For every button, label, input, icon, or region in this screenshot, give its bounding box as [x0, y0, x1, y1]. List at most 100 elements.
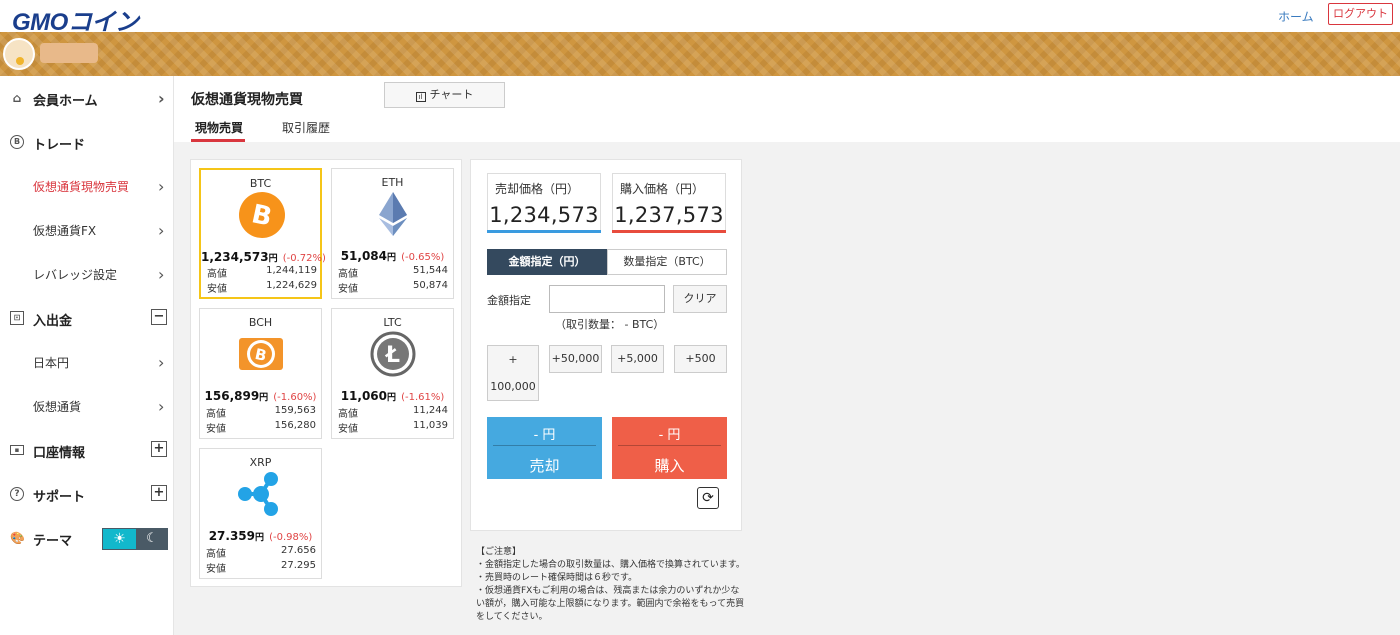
coin-price-row: 11,060円 (-1.61%)	[332, 385, 453, 404]
sell-price-box: 売却価格（円） 1,234,573	[487, 173, 601, 233]
coin-card-ltc[interactable]: LTC Ł 11,060円 (-1.61%) 高値 11,244 安値 11,039	[331, 308, 454, 439]
coin-change: (-0.98%)	[269, 532, 313, 543]
amount-input[interactable]	[549, 285, 665, 313]
mode-amount-button[interactable]: 金額指定（円）	[487, 249, 607, 275]
notice-line: ・仮想通貨FXもご利用の場合は、残高または余力のいずれか少ない額が，購入可能な上…	[476, 586, 745, 622]
coin-selector-panel: BTC B 1,234,573円 (-0.72%) 高値 1,244,119 安値…	[190, 159, 462, 587]
refresh-icon[interactable]: ⟳	[697, 487, 719, 509]
moon-icon[interactable]: ☾	[136, 529, 168, 549]
bitcoin-circle-icon: B	[10, 135, 24, 149]
chevron-right-icon: ›	[158, 265, 165, 284]
add-500-button[interactable]: +500	[674, 345, 727, 373]
coin-card-btc[interactable]: BTC B 1,234,573円 (-0.72%) 高値 1,244,119 安値…	[199, 168, 326, 299]
buy-price-label: 購入価格（円）	[620, 182, 705, 196]
sidebar-item-spot-trade[interactable]: 仮想通貨現物売買 ›	[0, 164, 174, 208]
bar-chart-icon: ıl	[415, 92, 426, 102]
expand-icon[interactable]: +	[151, 441, 167, 457]
coin-high: 高値 1,244,119	[207, 265, 317, 280]
coin-symbol: LTC	[383, 316, 402, 329]
sell-label: 売却	[529, 457, 560, 475]
add-50000-button[interactable]: +50,000	[549, 345, 602, 373]
coin-low: 安値 27.295	[206, 560, 316, 575]
sidebar-item-crypto-fx[interactable]: 仮想通貨FX ›	[0, 208, 174, 252]
sidebar-item-deposit-withdraw[interactable]: ⊡ 入出金 −	[0, 296, 174, 340]
sidebar-item-member-home[interactable]: ⌂ 会員ホーム ›	[0, 76, 174, 120]
sidebar-item-support[interactable]: ? サポート +	[0, 472, 174, 516]
sidebar-item-leverage-settings[interactable]: レバレッジ設定 ›	[0, 252, 174, 296]
coin-card-eth[interactable]: ETH 51,084円 (-0.65%) 高値 51,544 安値 50,874	[331, 168, 454, 299]
high-label: 高値	[206, 549, 226, 560]
low-label: 安値	[206, 424, 226, 435]
coin-symbol: BCH	[248, 316, 273, 329]
sidebar-item-account-info[interactable]: ▪ 口座情報 +	[0, 428, 174, 472]
notice-line: ・金額指定した場合の取引数量は、購入価格で換算されています。	[476, 560, 745, 570]
high-value: 27.656	[281, 545, 316, 556]
sell-price-value: 1,234,573	[489, 203, 599, 227]
id-card-icon: ▪	[10, 445, 24, 455]
coin-price-row: 51,084円 (-0.65%)	[332, 245, 453, 264]
coin-low: 安値 1,224,629	[207, 280, 317, 295]
notice-heading: 【ご注意】	[476, 547, 522, 557]
coin-change: (-0.72%)	[282, 253, 326, 264]
coin-unit: 円	[255, 533, 265, 543]
sidebar-item-theme: 🎨 テーマ ☀ ☾	[0, 516, 174, 560]
page-title: 仮想通貨現物売買	[191, 92, 303, 108]
clear-button[interactable]: クリア	[673, 285, 727, 313]
coin-card-xrp[interactable]: XRP 27.359円 (-0.98%) 高値 27.656 安値 27.295	[199, 448, 322, 579]
coin-price-row: 27.359円 (-0.98%)	[200, 525, 321, 544]
question-circle-icon: ?	[10, 487, 24, 501]
sell-button[interactable]: - 円 売却	[487, 417, 602, 479]
add-100000-button[interactable]: + 100,000	[487, 345, 539, 401]
sidebar-item-label: 口座情報	[33, 446, 86, 461]
sidebar-item-label: 仮想通貨現物売買	[33, 180, 130, 194]
coin-card-bch[interactable]: BCH B 156,899円 (-1.60%) 高値 159,563 安値 156,…	[199, 308, 322, 439]
low-value: 156,280	[274, 420, 316, 431]
sidebar-item-jpy[interactable]: 日本円 ›	[0, 340, 174, 384]
quantity-note: （取引数量： - BTC）	[555, 318, 665, 331]
coin-unit: 円	[387, 253, 397, 263]
sidebar-item-label: トレード	[33, 138, 86, 153]
low-value: 27.295	[281, 560, 316, 571]
chevron-right-icon: ›	[158, 89, 165, 108]
sidebar-item-label: サポート	[33, 490, 86, 505]
divider	[618, 445, 721, 446]
collapse-icon[interactable]: −	[151, 309, 167, 325]
top-bar: GMOコイン ホーム ログアウト	[0, 0, 1400, 36]
ripple-logo-icon	[238, 472, 278, 516]
low-value: 1,224,629	[266, 280, 317, 291]
tab-trade-history[interactable]: 取引履歴	[282, 119, 330, 136]
main-header: 仮想通貨現物売買 ıl チャート 現物売買 取引履歴	[174, 76, 1400, 142]
notice-line: ・売買時のレート確保時間は６秒です。	[476, 573, 638, 583]
amount-label: 金額指定	[487, 294, 531, 307]
sidebar-item-label: レバレッジ設定	[33, 268, 118, 282]
theme-toggle[interactable]: ☀ ☾	[102, 528, 168, 550]
chart-button[interactable]: ıl チャート	[384, 82, 505, 108]
ethereum-logo-icon	[379, 192, 407, 236]
home-link[interactable]: ホーム	[1278, 8, 1314, 25]
bitcoin-cash-logo-icon: B	[239, 338, 283, 370]
coin-symbol: ETH	[381, 176, 404, 189]
buy-button[interactable]: - 円 購入	[612, 417, 727, 479]
sidebar-item-crypto[interactable]: 仮想通貨 ›	[0, 384, 174, 428]
high-value: 159,563	[274, 405, 316, 416]
buy-price-box: 購入価格（円） 1,237,573	[612, 173, 726, 233]
mode-quantity-button[interactable]: 数量指定（BTC）	[607, 249, 727, 275]
low-label: 安値	[338, 284, 358, 295]
add-5000-button[interactable]: +5,000	[611, 345, 664, 373]
coin-change: (-0.65%)	[401, 252, 445, 263]
litecoin-logo-icon: Ł	[370, 331, 416, 377]
low-value: 50,874	[413, 280, 448, 291]
coin-change: (-1.60%)	[273, 392, 317, 403]
high-label: 高値	[206, 409, 226, 420]
low-label: 安値	[207, 284, 227, 295]
coin-price: 1,234,573	[201, 250, 269, 264]
coin-symbol: XRP	[249, 456, 272, 469]
coin-price-row: 1,234,573円 (-0.72%)	[201, 246, 326, 265]
expand-icon[interactable]: +	[151, 485, 167, 501]
logout-button[interactable]: ログアウト	[1328, 3, 1393, 25]
sun-icon[interactable]: ☀	[103, 529, 136, 549]
avatar[interactable]	[3, 38, 35, 70]
sidebar-item-label: テーマ	[33, 534, 73, 549]
tab-spot-trade[interactable]: 現物売買	[195, 119, 243, 136]
sidebar-item-trade[interactable]: B トレード	[0, 120, 174, 164]
